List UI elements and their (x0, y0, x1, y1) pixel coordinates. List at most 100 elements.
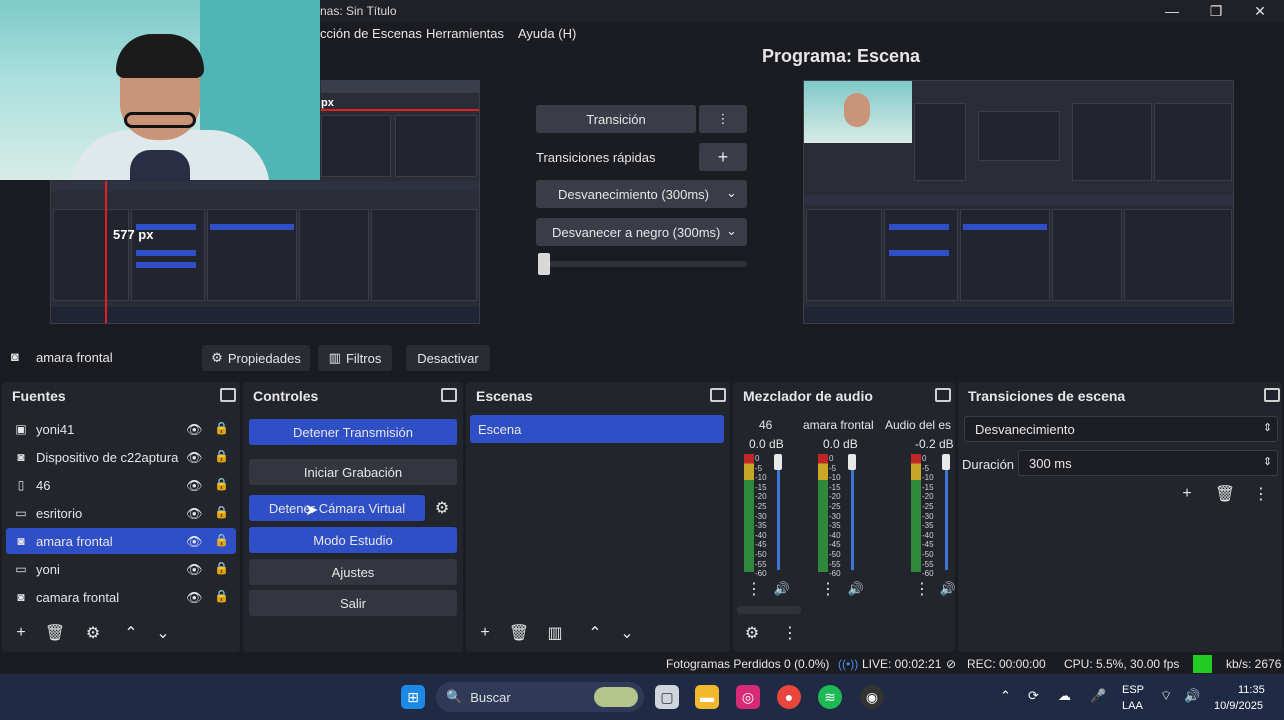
undock-icon[interactable] (935, 388, 951, 402)
source-item[interactable]: ◙ camara frontal 👁 🔒 (6, 584, 236, 610)
remove-transition-button[interactable]: 🗑 (1212, 483, 1238, 505)
lock-icon[interactable]: 🔒 (214, 589, 229, 603)
eye-icon[interactable]: 👁 (186, 506, 203, 522)
eye-icon[interactable]: 👁 (186, 590, 203, 606)
obs-icon[interactable]: ◉ (860, 685, 884, 709)
eye-icon[interactable]: 👁 (186, 562, 203, 578)
menu-help[interactable]: Ayuda (H) (518, 26, 576, 41)
menu-tools[interactable]: Herramientas (426, 26, 504, 41)
transition-slider-track[interactable] (540, 261, 747, 267)
source-item[interactable]: ◙ Dispositivo de c22aptura 👁 🔒 (6, 444, 236, 470)
undock-icon[interactable] (441, 388, 457, 402)
volume-fader-track[interactable] (851, 458, 854, 570)
task-view-icon[interactable]: ▢ (655, 685, 679, 709)
mixer-channel-menu-button[interactable]: ⋮ (741, 578, 767, 600)
mixer-settings-button[interactable]: ⚙ (739, 622, 765, 644)
add-quick-transition-button[interactable]: + (699, 143, 747, 171)
volume-fader-handle[interactable] (848, 454, 856, 470)
mixer-menu-button[interactable]: ⋮ (777, 622, 803, 644)
chrome-icon[interactable]: ● (777, 685, 801, 709)
virtual-camera-settings-button[interactable]: ⚙ (429, 497, 455, 519)
maximize-button[interactable]: ❐ (1194, 0, 1238, 22)
mute-button[interactable]: 🔊 (769, 578, 795, 600)
tray-cloud-icon[interactable]: ☁ (1058, 688, 1071, 704)
move-source-down-button[interactable]: ⌄ (150, 622, 176, 644)
mute-button[interactable]: 🔊 (935, 578, 955, 600)
quick-transition-fade[interactable]: Desvanecimiento (300ms) ⌄ (536, 180, 747, 208)
transition-select[interactable]: Desvanecimiento ⇕ (964, 416, 1278, 442)
tray-microphone-icon[interactable]: 🎤 (1090, 688, 1106, 704)
exit-button[interactable]: Salir (249, 590, 457, 616)
stop-streaming-button[interactable]: Detener Transmisión (249, 419, 457, 445)
deactivate-button[interactable]: Desactivar (406, 345, 490, 371)
remove-scene-button[interactable]: 🗑 (506, 622, 532, 644)
mute-button[interactable]: 🔊 (843, 578, 869, 600)
undock-icon[interactable] (710, 388, 726, 402)
instagram-icon[interactable]: ◎ (736, 685, 760, 709)
move-source-up-button[interactable]: ⌃ (118, 622, 144, 644)
studio-mode-button[interactable]: Modo Estudio (249, 527, 457, 553)
quick-transition-fade-black[interactable]: Desvanecer a negro (300ms) ⌄ (536, 218, 747, 246)
transition-button[interactable]: Transición (536, 105, 696, 133)
tray-chevron-up-icon[interactable]: ⌃ (1000, 688, 1011, 704)
wifi-icon[interactable]: ⌔ (1160, 688, 1172, 704)
transition-menu-button[interactable]: ⋮ (1248, 483, 1274, 505)
lock-icon[interactable]: 🔒 (214, 477, 229, 491)
add-transition-button[interactable]: + (1174, 483, 1200, 505)
undock-icon[interactable] (220, 388, 236, 402)
source-item[interactable]: ▯ 46 👁 🔒 (6, 472, 236, 498)
source-item-selected[interactable]: ◙ amara frontal 👁 🔒 (6, 528, 236, 554)
properties-button[interactable]: ⚙ Propiedades (202, 345, 310, 371)
start-recording-button[interactable]: Iniciar Grabación (249, 459, 457, 485)
mixer-channel-menu-button[interactable]: ⋮ (909, 578, 935, 600)
remove-source-button[interactable]: 🗑 (42, 622, 68, 644)
menu-scene-collection[interactable]: cción de Escenas (320, 26, 422, 41)
stop-virtual-camera-button[interactable]: Detener Cámara Virtual (249, 495, 425, 521)
add-source-button[interactable]: + (8, 622, 34, 644)
volume-fader-handle[interactable] (942, 454, 950, 470)
duration-input[interactable]: 300 ms ⇕ (1018, 450, 1278, 476)
source-item[interactable]: ▭ esritorio 👁 🔒 (6, 500, 236, 526)
tray-sync-icon[interactable]: ⟳ (1028, 688, 1039, 704)
close-button[interactable]: ✕ (1238, 0, 1282, 22)
eye-icon[interactable]: 👁 (186, 534, 203, 550)
file-explorer-icon[interactable]: ▬ (695, 685, 719, 709)
mixer-channel-menu-button[interactable]: ⋮ (815, 578, 841, 600)
windows-start-icon[interactable]: ⊞ (401, 685, 425, 709)
move-scene-up-button[interactable]: ⌃ (582, 622, 608, 644)
eye-icon[interactable]: 👁 (186, 478, 203, 494)
eye-icon[interactable]: 👁 (186, 450, 203, 466)
source-label: yoni (36, 561, 60, 577)
spotify-icon[interactable]: ≋ (818, 685, 842, 709)
language-code[interactable]: ESP (1122, 684, 1144, 696)
transition-menu-button[interactable]: ⋮ (699, 105, 747, 133)
lock-icon[interactable]: 🔒 (214, 421, 229, 435)
taskbar-search[interactable]: 🔍 Buscar (436, 682, 644, 712)
eye-icon[interactable]: 👁 (186, 422, 203, 438)
volume-fader-track[interactable] (777, 458, 780, 570)
move-scene-down-button[interactable]: ⌄ (614, 622, 640, 644)
filters-button[interactable]: ▥ Filtros (318, 345, 392, 371)
preview-mini-transitions (371, 209, 477, 301)
transition-slider-handle[interactable] (538, 253, 550, 275)
lock-icon[interactable]: 🔒 (214, 449, 229, 463)
minimize-button[interactable]: — (1150, 0, 1194, 22)
keyboard-layout[interactable]: LAA (1122, 700, 1143, 712)
clock-time[interactable]: 11:35 (1238, 684, 1265, 696)
source-properties-button[interactable]: ⚙ (80, 622, 106, 644)
lock-icon[interactable]: 🔒 (214, 505, 229, 519)
volume-icon[interactable]: 🔊 (1184, 688, 1200, 704)
lock-icon[interactable]: 🔒 (214, 533, 229, 547)
clock-date[interactable]: 10/9/2025 (1214, 700, 1263, 712)
scene-item-selected[interactable]: Escena (470, 415, 724, 443)
add-scene-button[interactable]: + (472, 622, 498, 644)
undock-icon[interactable] (1264, 388, 1280, 402)
scene-filters-button[interactable]: ▥ (542, 622, 568, 644)
source-item[interactable]: ▭ yoni 👁 🔒 (6, 556, 236, 582)
lock-icon[interactable]: 🔒 (214, 561, 229, 575)
volume-fader-handle[interactable] (774, 454, 782, 470)
source-item[interactable]: ▣ yoni41 👁 🔒 (6, 416, 236, 442)
settings-button[interactable]: Ajustes (249, 559, 457, 585)
mixer-scrollbar[interactable] (737, 606, 801, 614)
volume-fader-track[interactable] (945, 458, 948, 570)
